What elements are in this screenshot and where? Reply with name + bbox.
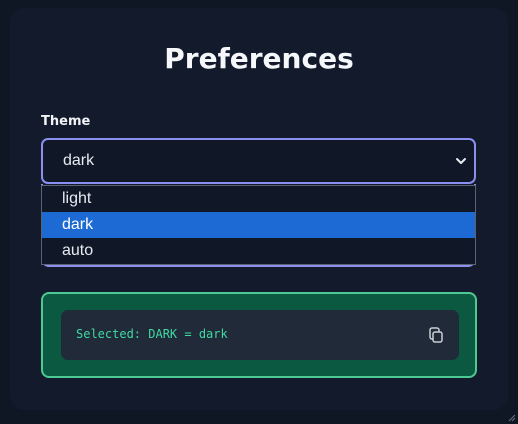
- resize-grip-icon[interactable]: [506, 412, 516, 422]
- theme-option-auto[interactable]: auto: [42, 238, 475, 264]
- theme-options-list: light dark auto: [41, 185, 476, 265]
- chevron-down-icon: [456, 158, 466, 164]
- theme-option-light[interactable]: light: [42, 186, 475, 212]
- copy-icon[interactable]: [427, 326, 445, 344]
- page-title: Preferences: [164, 42, 354, 75]
- theme-label: Theme: [41, 114, 91, 129]
- theme-select-value: dark: [63, 152, 95, 169]
- code-block: Selected: DARK = dark: [61, 310, 459, 360]
- selected-output: Selected: DARK = dark: [76, 327, 228, 341]
- theme-select[interactable]: dark: [41, 138, 476, 184]
- theme-option-dark[interactable]: dark: [42, 212, 475, 238]
- result-panel: Selected: DARK = dark: [41, 292, 477, 378]
